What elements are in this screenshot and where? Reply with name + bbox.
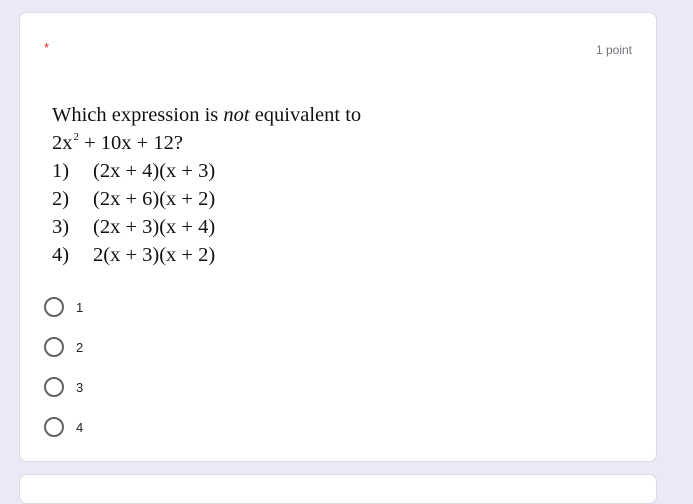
expression-base: 2x bbox=[52, 132, 73, 154]
radio-option-4[interactable]: 4 bbox=[44, 407, 83, 447]
question-line-1: Which expression is not equivalent to bbox=[52, 101, 361, 129]
radio-label-2[interactable]: 2 bbox=[76, 340, 83, 355]
question-choice-2: 2) (2x + 6)(x + 2) bbox=[52, 185, 361, 213]
radio-label-1[interactable]: 1 bbox=[76, 300, 83, 315]
question-card: * 1 point Which expression is not equiva… bbox=[19, 12, 657, 462]
expression-rest: + 10x + 12? bbox=[79, 132, 183, 154]
radio-button-3[interactable] bbox=[44, 377, 64, 397]
radio-button-1[interactable] bbox=[44, 297, 64, 317]
radio-label-4[interactable]: 4 bbox=[76, 420, 83, 435]
choice-expression: (2x + 4)(x + 3) bbox=[93, 160, 216, 182]
radio-option-1[interactable]: 1 bbox=[44, 287, 83, 327]
question-choice-3: 3) (2x + 3)(x + 4) bbox=[52, 213, 361, 241]
question-text: Which expression is not equivalent to 2x… bbox=[52, 101, 361, 269]
radio-option-2[interactable]: 2 bbox=[44, 327, 83, 367]
radio-button-4[interactable] bbox=[44, 417, 64, 437]
choice-number: 1) bbox=[52, 160, 70, 182]
required-asterisk: * bbox=[44, 40, 50, 55]
choice-expression: 2(x + 3)(x + 2) bbox=[93, 244, 216, 266]
choice-number: 4) bbox=[52, 244, 70, 266]
expression-exponent: 2 bbox=[73, 131, 80, 143]
points-label: 1 point bbox=[595, 43, 632, 57]
question-line-1-post: equivalent to bbox=[249, 104, 362, 126]
radio-button-2[interactable] bbox=[44, 337, 64, 357]
question-line-1-pre: Which expression is bbox=[52, 104, 224, 126]
radio-option-3[interactable]: 3 bbox=[44, 367, 83, 407]
question-choice-1: 1) (2x + 4)(x + 3) bbox=[52, 157, 361, 185]
radio-options: 1 2 3 4 bbox=[44, 287, 83, 447]
question-emphasis: not bbox=[223, 104, 250, 126]
choice-expression: (2x + 6)(x + 2) bbox=[93, 188, 216, 210]
next-question-card bbox=[19, 474, 657, 504]
question-choice-4: 4) 2(x + 3)(x + 2) bbox=[52, 241, 361, 269]
choice-number: 2) bbox=[52, 188, 70, 210]
radio-label-3[interactable]: 3 bbox=[76, 380, 83, 395]
choice-number: 3) bbox=[52, 216, 70, 238]
choice-expression: (2x + 3)(x + 4) bbox=[93, 216, 216, 238]
question-line-2: 2x2 + 10x + 12? bbox=[52, 129, 361, 157]
